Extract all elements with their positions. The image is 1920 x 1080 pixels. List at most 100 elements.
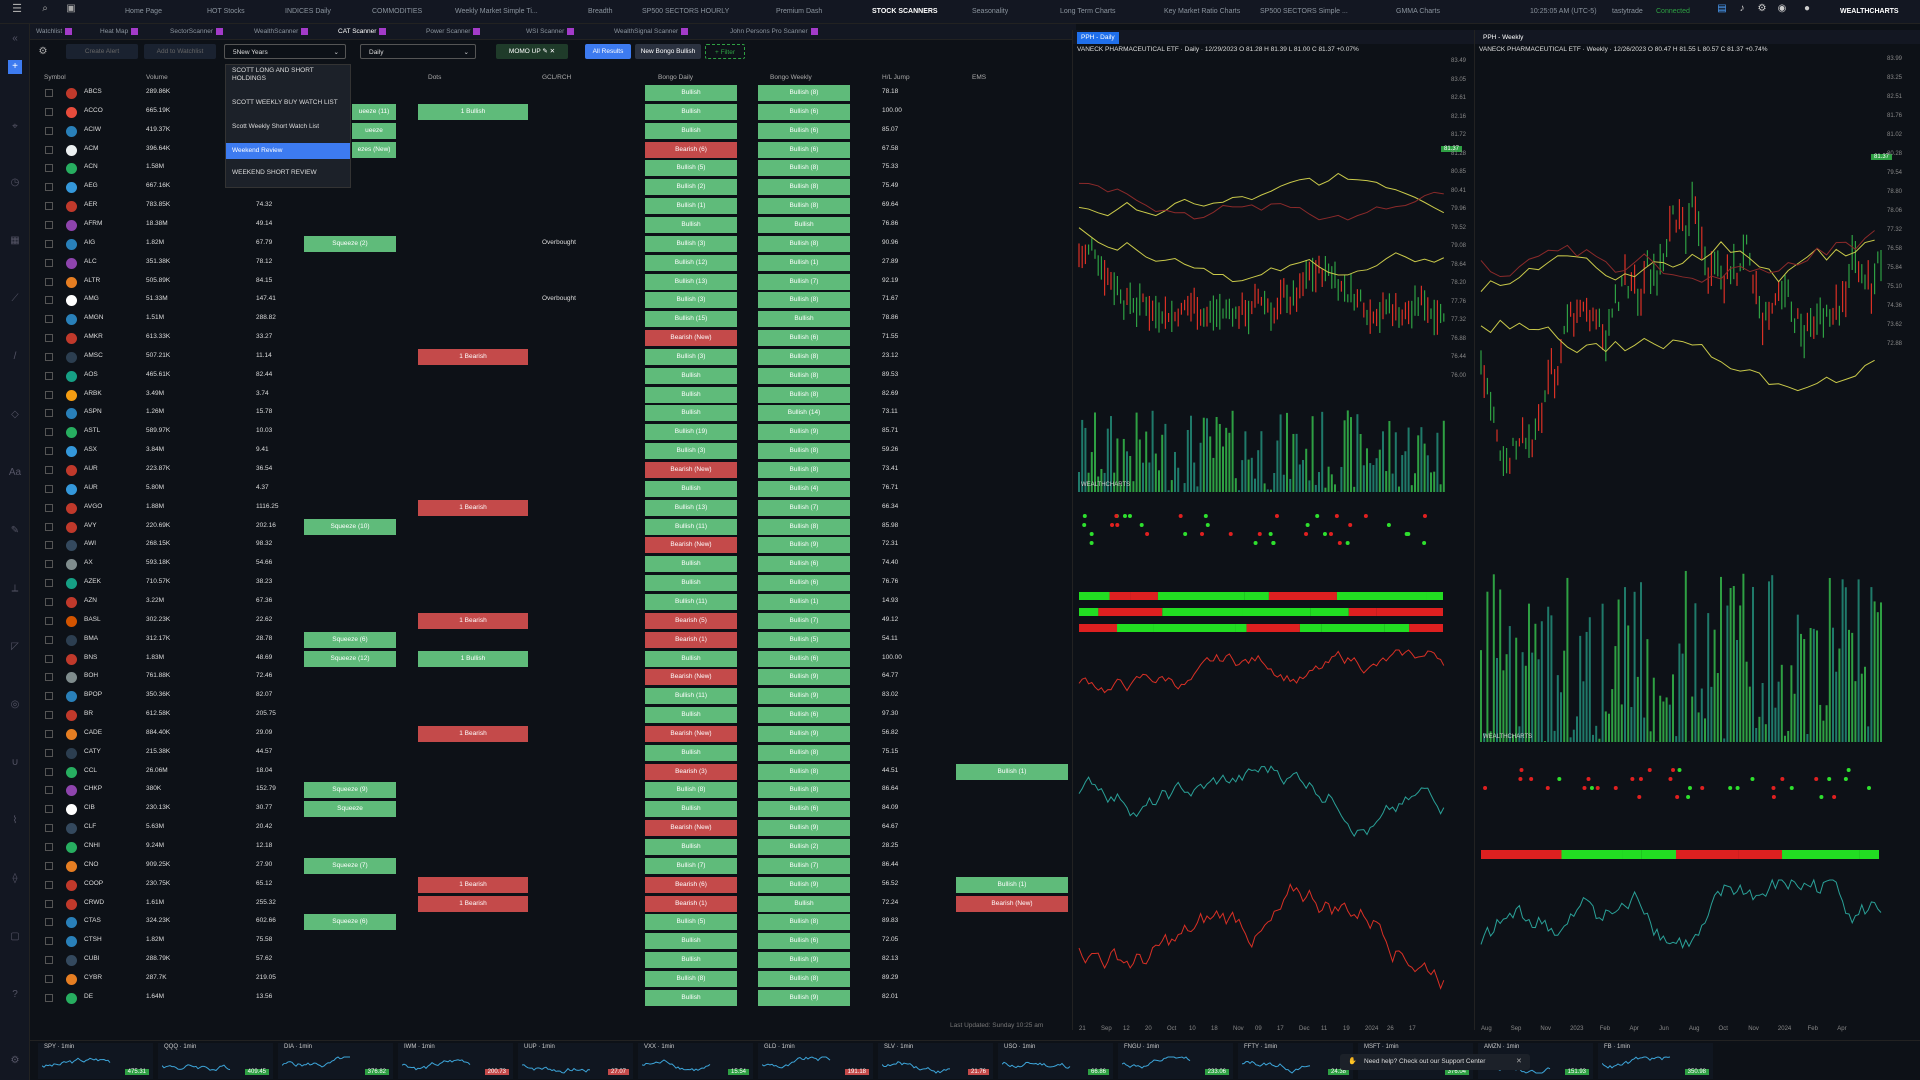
row-checkbox[interactable] [45,956,53,965]
symbol-cell[interactable]: CATY [84,748,101,755]
row-checkbox[interactable] [45,673,53,682]
column-header[interactable]: EMS [972,74,986,81]
table-row[interactable]: AMG 51.33M 147.41 Overbought Bullish (3) Bull… [30,291,1076,309]
table-row[interactable]: CIB 230.13K 30.77 Squeeze Bullish Bullish (6)… [30,800,1076,818]
table-row[interactable]: CLF 5.63M 20.42 Bearish (New) Bullish (9) 64.… [30,819,1076,837]
row-checkbox[interactable] [45,315,53,324]
ticker-tile[interactable]: VXX · 1min 15.54 [638,1043,753,1079]
layout-icon[interactable]: ▣ [64,2,78,16]
table-row[interactable]: ACIW 419.37K ueeze Bullish Bullish (6) 85.07 [30,122,1076,140]
ruler-icon[interactable]: ⟂ [8,582,22,596]
table-row[interactable]: ASX 3.84M 9.41 Bullish (3) Bullish (8) 59.26 [30,442,1076,460]
row-checkbox[interactable] [45,503,53,512]
symbol-cell[interactable]: AVY [84,522,97,529]
symbol-cell[interactable]: ABCS [84,88,102,95]
row-checkbox[interactable] [45,748,53,757]
table-row[interactable]: AUR 223.87K 36.54 Bearish (New) Bullish (8) 7… [30,461,1076,479]
row-checkbox[interactable] [45,484,53,493]
add-to-watchlist-button[interactable]: Add to Watchlist [144,44,216,59]
scanner-tab[interactable]: CAT Scanner [338,26,387,38]
top-tab[interactable]: SP500 SECTORS Simple ... [1260,4,1348,20]
symbol-cell[interactable]: AZEK [84,578,101,585]
table-row[interactable]: AER 783.85K 74.32 Bullish (1) Bullish (8) 69.… [30,197,1076,215]
scanner-tab[interactable]: WealthScanner [254,26,309,38]
table-row[interactable]: ACCO 665.19K ueeze (11) 1 Bullish Bullish Bul… [30,103,1076,121]
symbol-cell[interactable]: BR [84,710,93,717]
scanner-tab[interactable]: Power Scanner [426,26,481,38]
settings-icon[interactable]: ⚙ [8,1054,22,1068]
column-header[interactable]: GCL/RCH [542,74,571,81]
row-checkbox[interactable] [45,616,53,625]
symbol-cell[interactable]: AFRM [84,220,102,227]
column-header[interactable]: Bongo Daily [658,74,693,81]
symbol-cell[interactable]: AOS [84,371,98,378]
table-row[interactable]: AVGO 1.88M 1116.25 1 Bearish Bullish (13) Bul… [30,499,1076,517]
scanner-tab[interactable]: John Persons Pro Scanner [730,26,818,38]
symbol-cell[interactable]: BPOP [84,691,102,698]
row-checkbox[interactable] [45,635,53,644]
table-row[interactable]: AFRM 18.38M 49.14 Bullish Bullish 76.86 [30,216,1076,234]
magnet-icon[interactable]: ∪ [8,756,22,770]
row-checkbox[interactable] [45,692,53,701]
symbol-cell[interactable]: CLF [84,823,96,830]
symbol-cell[interactable]: AUR [84,484,98,491]
ticker-tile[interactable]: GLD · 1min 191.18 [758,1043,873,1079]
clock-icon[interactable]: ◷ [8,176,22,190]
momo-up-scan-button[interactable]: MOMO UP ✎ ✕ [496,44,568,59]
table-row[interactable]: CNO 909.25K 27.90 Squeeze (7) Bullish (7) Bul… [30,857,1076,875]
row-checkbox[interactable] [45,334,53,343]
row-checkbox[interactable] [45,899,53,908]
trend-line-icon[interactable]: ⟋ [8,292,22,306]
symbol-cell[interactable]: CTSH [84,936,102,943]
top-tab[interactable]: SP500 SECTORS HOURLY [642,4,729,20]
table-row[interactable]: CCL 26.06M 18.04 Bearish (3) Bullish (8) 44.5… [30,763,1076,781]
dropdown-item[interactable]: SCOTT LONG AND SHORT HOLDINGS [232,67,342,83]
column-header[interactable]: Dots [428,74,441,81]
row-checkbox[interactable] [45,880,53,889]
row-checkbox[interactable] [45,843,53,851]
symbol-cell[interactable]: ACN [84,163,98,170]
daily-chart-panel[interactable]: PPH - Daily VANECK PHARMACEUTICAL ETF · … [1072,30,1484,1032]
table-row[interactable]: ASTL 589.97K 10.03 Bullish (19) Bullish (9) 8… [30,423,1076,441]
symbol-cell[interactable]: DE [84,993,93,1000]
top-tab[interactable]: COMMODITIES [372,4,422,20]
ticker-tile[interactable]: QQQ · 1min 409.45 [158,1043,273,1079]
symbol-cell[interactable]: CRWD [84,899,104,906]
row-checkbox[interactable] [45,183,53,192]
row-checkbox[interactable] [45,861,53,870]
row-checkbox[interactable] [45,786,53,795]
scanner-tab[interactable]: SectorScanner [170,26,223,38]
table-row[interactable]: CHKP 380K 152.79 Squeeze (9) Bullish (8) Bull… [30,781,1076,799]
table-row[interactable]: BASL 302.23K 22.62 1 Bearish Bearish (5) Bull… [30,612,1076,630]
eye-icon[interactable]: ◎ [8,698,22,712]
symbol-cell[interactable]: AIG [84,239,95,246]
pencil-icon[interactable]: ✎ [8,524,22,538]
ticker-tile[interactable]: FB · 1min 350.98 [1598,1043,1713,1079]
row-checkbox[interactable] [45,145,53,154]
symbol-cell[interactable]: ACIW [84,126,101,133]
symbol-cell[interactable]: CCL [84,767,97,774]
menu-icon[interactable]: ☰ [10,2,24,16]
table-row[interactable]: ACM 396.64K ezes (New) Bearish (6) Bullish (… [30,141,1076,159]
table-row[interactable]: ABCS 289.86K Bullish Bullish (8) 78.18 [30,84,1076,102]
symbol-cell[interactable]: ALTR [84,277,100,284]
symbol-cell[interactable]: CADE [84,729,102,736]
symbol-cell[interactable]: AX [84,559,93,566]
table-row[interactable]: BOH 761.88K 72.46 Bearish (New) Bullish (9) 6… [30,668,1076,686]
ticker-tile[interactable]: DIA · 1min 376.82 [278,1043,393,1079]
help-icon[interactable]: ? [8,988,22,1002]
symbol-cell[interactable]: COOP [84,880,103,887]
row-checkbox[interactable] [45,729,53,738]
row-checkbox[interactable] [45,767,53,776]
ticker-tile[interactable]: IWM · 1min 200.73 [398,1043,513,1079]
ticker-tile[interactable]: UUP · 1min 27.07 [518,1043,633,1079]
row-checkbox[interactable] [45,541,53,550]
symbol-cell[interactable]: AWI [84,540,96,547]
symbol-cell[interactable]: CTAS [84,917,101,924]
row-checkbox[interactable] [45,805,53,814]
scanner-tab[interactable]: Heat Map [100,26,139,38]
symbol-cell[interactable]: AUR [84,465,98,472]
symbol-cell[interactable]: ACM [84,145,98,152]
column-header[interactable]: H/L Jump [882,74,910,81]
row-checkbox[interactable] [45,164,53,173]
